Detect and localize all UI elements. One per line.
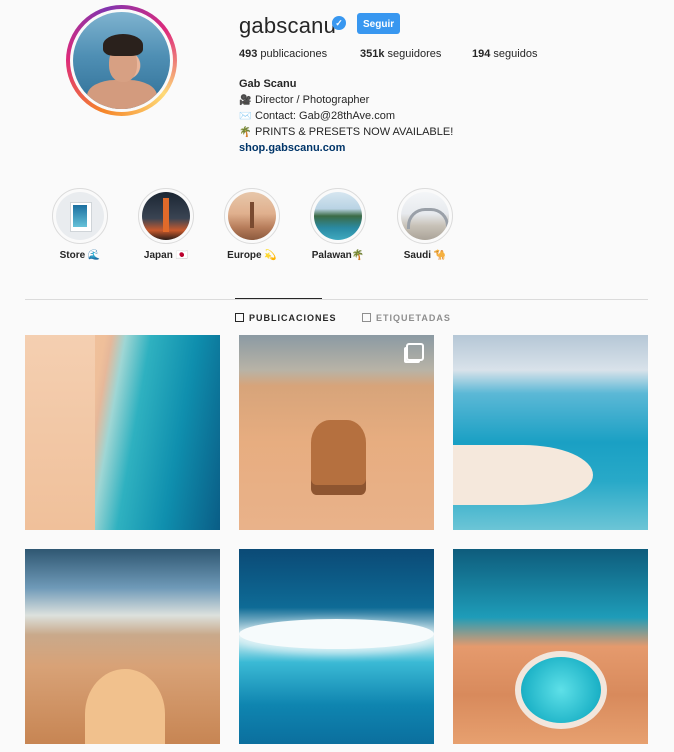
highlight-label: Europe 💫 [227,250,277,261]
saudi-thumb [401,192,449,240]
highlight-label: Palawan🌴 [311,250,365,261]
followers-stat[interactable]: 351k seguidores [360,48,441,60]
highlight-label: Japan 🇯🇵 [143,250,189,261]
japan-thumb [142,192,190,240]
highlight-japan[interactable]: Japan 🇯🇵 [138,188,196,261]
highlight-saudi[interactable]: Saudi 🐪 [397,188,455,261]
tagged-icon [362,313,371,322]
europe-thumb [228,192,276,240]
highlight-label: Store 🌊 [59,250,101,261]
followers-label: seguidores [387,48,442,60]
follow-button[interactable]: Seguir [357,13,400,34]
camera-icon: 🎥 [239,95,252,106]
avatar-body [87,80,157,109]
bio-line-text: Director / Photographer [255,94,370,106]
bio-line: ✉️ Contact: Gab@28thAve.com [239,108,395,125]
bio-full-name: Gab Scanu [239,78,297,90]
posts-count: 493 [239,48,258,60]
verified-badge-icon: ✓ [332,16,346,30]
bio-line: 🌴 PRINTS & PRESETS NOW AVAILABLE! [239,124,453,141]
highlight-ring [310,188,366,244]
highlight-ring [138,188,194,244]
highlight-store[interactable]: Store 🌊 [52,188,110,261]
highlight-ring [52,188,108,244]
tab-publicaciones[interactable]: PUBLICACIONES [235,313,337,323]
posts-stat: 493 publicaciones [239,48,327,60]
highlight-palawan[interactable]: Palawan🌴 [310,188,368,261]
post-thumbnail[interactable] [25,335,220,530]
post-thumbnail[interactable] [239,335,434,530]
highlight-europe[interactable]: Europe 💫 [224,188,282,261]
post-thumbnail[interactable] [453,549,648,744]
following-stat[interactable]: 194 seguidos [472,48,537,60]
tab-label: PUBLICACIONES [249,313,337,323]
profile-username: gabscanu [239,13,337,38]
store-thumb [56,192,104,240]
rock-formation [311,420,366,485]
rock-pool [515,651,607,729]
palawan-thumb [314,192,362,240]
highlight-ring [224,188,280,244]
bio-website-link[interactable]: shop.gabscanu.com [239,140,345,156]
sand-dune [85,669,165,744]
tab-label: ETIQUETADAS [376,313,451,323]
wave-crest [239,619,434,649]
grid-icon [235,313,244,322]
post-thumbnail[interactable] [25,549,220,744]
following-label: seguidos [493,48,538,60]
active-tab-indicator [235,298,322,299]
bio-line-text: PRINTS & PRESETS NOW AVAILABLE! [255,126,454,138]
bio-line-text: Contact: Gab@28thAve.com [255,110,395,122]
highlight-ring [397,188,453,244]
sandbar [453,445,593,505]
following-count: 194 [472,48,491,60]
followers-count: 351k [360,48,385,60]
palm-tree-icon: 🌴 [239,127,252,138]
multiple-images-icon [406,343,424,361]
envelope-icon: ✉️ [239,111,252,122]
post-thumbnail[interactable] [239,549,434,744]
profile-avatar[interactable] [66,5,177,116]
avatar-photo [73,12,170,109]
avatar-hair [103,34,143,56]
tabs-divider [25,299,648,300]
bio-line: 🎥 Director / Photographer [239,92,369,109]
avatar-border [70,9,173,112]
tab-etiquetadas[interactable]: ETIQUETADAS [362,313,451,323]
posts-label: publicaciones [260,48,328,60]
highlight-label: Saudi 🐪 [403,250,447,261]
post-thumbnail[interactable] [453,335,648,530]
